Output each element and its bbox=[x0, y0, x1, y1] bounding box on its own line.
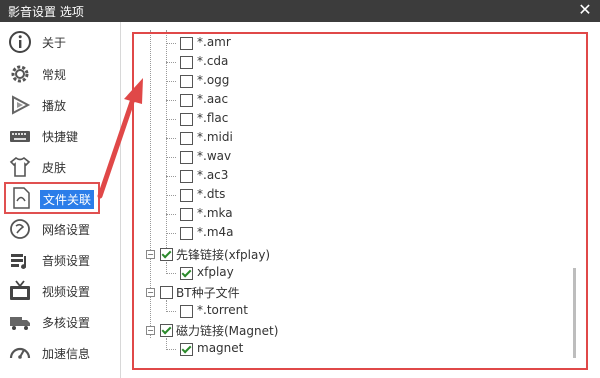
sidebar-item-label: 关于 bbox=[42, 36, 67, 50]
close-icon[interactable]: ✕ bbox=[576, 1, 594, 19]
sidebar-item-general[interactable]: 常规 bbox=[4, 60, 116, 88]
sidebar-item-label: 文件关联 bbox=[40, 190, 95, 209]
sidebar-item-video[interactable]: 视频设置 bbox=[4, 277, 116, 305]
sidebar-item-playback[interactable]: 播放 bbox=[4, 91, 116, 119]
window-title: 影音设置 选项 bbox=[8, 5, 84, 19]
sidebar-item-skin[interactable]: 皮肤 bbox=[4, 153, 116, 181]
sidebar-item-network[interactable]: 网络设置 bbox=[4, 215, 116, 243]
sidebar-item-audio[interactable]: 音频设置 bbox=[4, 246, 116, 274]
sidebar-item-label: 多核设置 bbox=[42, 316, 91, 330]
sidebar-item-acceleration[interactable]: 加速信息 bbox=[4, 339, 116, 367]
file-link-icon bbox=[13, 187, 30, 209]
sidebar-item-label: 播放 bbox=[42, 99, 67, 113]
truck-icon bbox=[10, 317, 30, 330]
gear-icon bbox=[11, 65, 29, 83]
speedometer-icon bbox=[9, 347, 31, 359]
network-icon bbox=[10, 219, 30, 239]
sidebar-item-label: 常规 bbox=[42, 68, 67, 82]
sidebar-item-file-association[interactable]: 文件关联 bbox=[4, 182, 100, 214]
audio-icon bbox=[11, 254, 26, 269]
sidebar-item-about[interactable]: 关于 bbox=[4, 28, 116, 56]
sidebar-item-label: 视频设置 bbox=[42, 285, 91, 299]
keyboard-icon bbox=[10, 131, 30, 142]
tv-icon bbox=[10, 280, 30, 300]
sidebar-item-shortcuts[interactable]: 快捷键 bbox=[4, 122, 116, 150]
sidebar-item-label: 皮肤 bbox=[42, 161, 67, 175]
sidebar-item-multicore[interactable]: 多核设置 bbox=[4, 308, 116, 336]
sidebar-item-label: 加速信息 bbox=[42, 347, 91, 361]
title-bar: 影音设置 选项 ✕ bbox=[0, 0, 600, 22]
play-icon bbox=[12, 95, 31, 115]
sidebar-item-label: 快捷键 bbox=[42, 130, 79, 144]
highlight-box bbox=[132, 32, 588, 370]
sidebar-item-label: 网络设置 bbox=[42, 223, 91, 237]
sidebar: 关于 常规 播放 快捷键 皮肤 文件关联 网络设置 音频设置 视频设置 多核设置… bbox=[0, 22, 121, 378]
info-icon bbox=[9, 31, 31, 53]
sidebar-item-label: 音频设置 bbox=[42, 254, 91, 268]
tshirt-icon bbox=[9, 156, 31, 177]
